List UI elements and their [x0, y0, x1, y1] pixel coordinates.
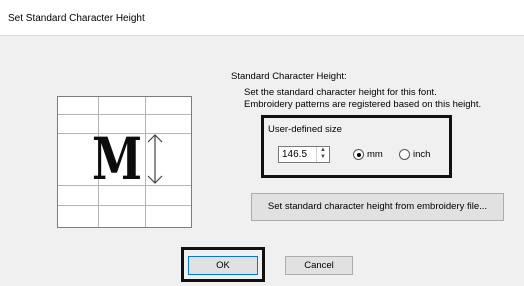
description-line-2: Embroidery patterns are registered based… — [244, 99, 482, 110]
spin-arrows[interactable]: ▲ ▼ — [316, 147, 329, 162]
ok-button[interactable]: OK — [188, 256, 258, 275]
unit-inch-radio[interactable] — [399, 149, 410, 160]
unit-mm-radio[interactable] — [353, 149, 364, 160]
unit-inch-label[interactable]: inch — [413, 149, 430, 160]
character-height-illustration: M — [57, 96, 192, 228]
unit-mm-label[interactable]: mm — [367, 149, 383, 160]
sample-glyph: M — [92, 125, 143, 193]
height-arrow-icon — [147, 134, 163, 184]
section-heading: Standard Character Height: — [231, 71, 347, 82]
window-title: Set Standard Character Height — [8, 13, 145, 24]
height-value[interactable]: 146.5 — [282, 149, 307, 160]
height-spinbox[interactable]: 146.5 ▲ ▼ — [278, 146, 330, 163]
cancel-button[interactable]: Cancel — [285, 256, 353, 275]
title-bar: Set Standard Character Height — [0, 0, 524, 36]
spin-up-icon[interactable]: ▲ — [317, 147, 329, 154]
description-line-1: Set the standard character height for th… — [244, 87, 437, 98]
user-defined-size-label: User-defined size — [268, 124, 342, 135]
dialog-window: Set Standard Character Height M Standard… — [0, 0, 524, 286]
set-from-embroidery-file-button[interactable]: Set standard character height from embro… — [251, 193, 504, 221]
spin-down-icon[interactable]: ▼ — [317, 154, 329, 161]
